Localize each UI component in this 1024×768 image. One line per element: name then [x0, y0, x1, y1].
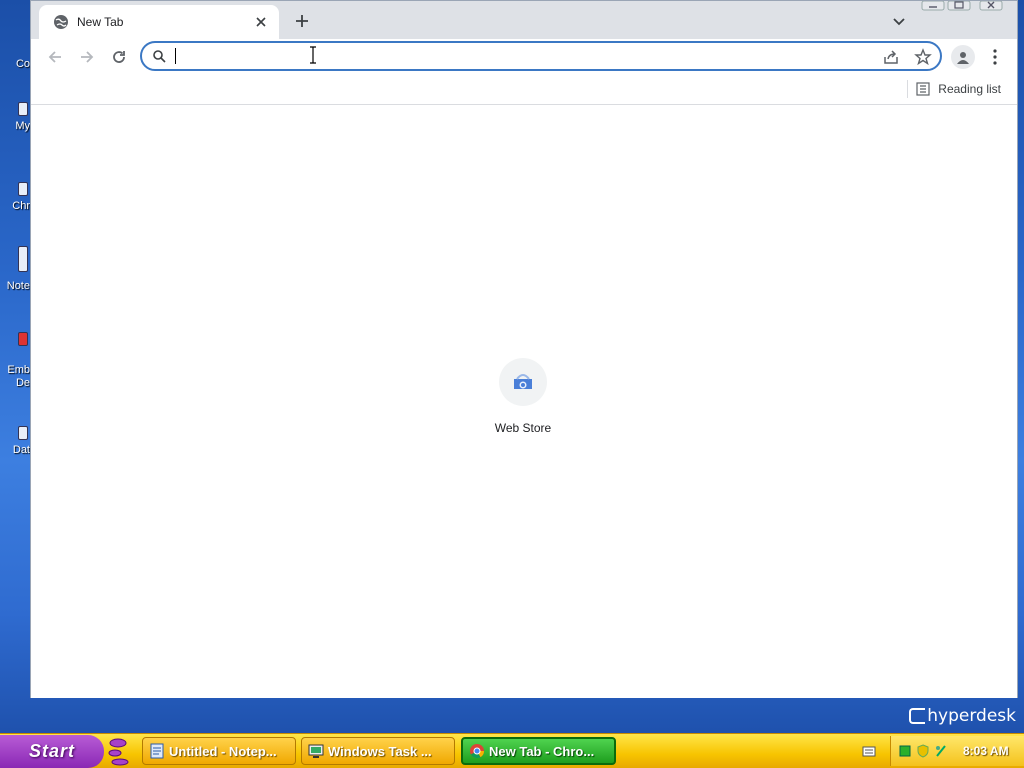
- tab-new-tab[interactable]: New Tab: [39, 5, 279, 39]
- start-button[interactable]: Start: [0, 735, 104, 768]
- desktop-icon-notepad[interactable]: Note: [0, 232, 30, 292]
- start-flourish-icon: [108, 738, 129, 766]
- reload-icon: [113, 51, 125, 63]
- database-icon: [18, 426, 28, 440]
- share-icon[interactable]: [882, 48, 900, 66]
- chrome-icon: [18, 182, 28, 196]
- desktop-icon-my-documents[interactable]: My: [0, 72, 30, 132]
- shortcut-label: Web Store: [494, 421, 552, 435]
- desktop-icon-data[interactable]: Dat: [0, 396, 30, 456]
- notepad-icon: [150, 743, 164, 759]
- task-label: Untitled - Notep...: [169, 743, 277, 759]
- toolbar: [31, 39, 1017, 73]
- folder-icon: [18, 102, 28, 116]
- arrow-right-icon: [81, 51, 94, 63]
- chrome-icon: [470, 744, 485, 759]
- taskbar: Start Untitled - Notep... Windows Task .…: [0, 733, 1024, 768]
- connection-icon[interactable]: [935, 744, 947, 758]
- system-tray: 8:03 AM: [890, 736, 1024, 766]
- reading-list-icon: [916, 82, 930, 96]
- arrow-left-icon: [48, 51, 61, 63]
- task-chrome[interactable]: New Tab - Chro...: [461, 737, 616, 765]
- network-icon[interactable]: [899, 744, 911, 758]
- more-vert-icon: [993, 49, 997, 65]
- reload-button[interactable]: [105, 43, 133, 71]
- new-tab-page: Web Store: [31, 106, 1017, 698]
- maximize-icon[interactable]: [947, 1, 971, 11]
- start-label: Start: [28, 741, 75, 761]
- notepad-icon: [18, 246, 28, 272]
- close-tab-icon[interactable]: [253, 14, 269, 30]
- security-shield-icon[interactable]: [917, 744, 929, 758]
- text-cursor-icon: [310, 46, 316, 64]
- reading-list-label: Reading list: [938, 82, 1001, 96]
- desktop-icon-label: Dat: [12, 444, 30, 456]
- desktop-icon-label: Chr: [12, 200, 30, 212]
- bookmark-star-icon[interactable]: [914, 48, 932, 66]
- forward-button[interactable]: [73, 43, 101, 71]
- tab-title: New Tab: [77, 15, 124, 29]
- desktop-icon-computer[interactable]: Co: [0, 10, 30, 70]
- task-label: Windows Task ...: [328, 743, 432, 759]
- task-windows-task-manager[interactable]: Windows Task ...: [301, 737, 455, 765]
- new-tab-button[interactable]: [290, 9, 314, 33]
- desktop-icon-label: Note: [6, 280, 30, 292]
- task-label: New Tab - Chro...: [489, 743, 595, 759]
- profile-avatar[interactable]: [951, 45, 975, 69]
- desktop-icon-label: My: [15, 120, 30, 132]
- desktop-icon-label: Co: [15, 58, 30, 70]
- text-caret: [175, 48, 176, 64]
- browser-window: New Tab Reading list Web Store: [30, 0, 1018, 698]
- search-icon: [153, 50, 166, 63]
- logo-text: hyperdesk: [927, 706, 1016, 726]
- person-icon: [957, 52, 969, 64]
- minimize-icon[interactable]: [921, 1, 945, 11]
- clock[interactable]: 8:03 AM: [963, 744, 1009, 758]
- plus-icon: [296, 15, 308, 27]
- app-icon: [18, 332, 28, 346]
- menu-button[interactable]: [985, 45, 1005, 69]
- language-bar-icon[interactable]: [862, 743, 876, 759]
- globe-icon: [54, 15, 68, 29]
- shortcut-web-store[interactable]: Web Store: [483, 358, 563, 448]
- desktop-icon-chrome[interactable]: Chr: [0, 152, 30, 212]
- back-button[interactable]: [41, 43, 69, 71]
- reading-list-button[interactable]: Reading list: [907, 79, 1001, 99]
- address-bar[interactable]: [140, 41, 942, 71]
- logo-mark-icon: [909, 708, 926, 724]
- bookmarks-bar: Reading list: [31, 73, 1017, 105]
- tab-search-chevron-icon[interactable]: [889, 11, 909, 31]
- task-notepad[interactable]: Untitled - Notep...: [142, 737, 296, 765]
- desktop-icon-embedded[interactable]: Emb De: [0, 330, 30, 390]
- divider: [907, 80, 909, 98]
- hyperdesk-logo: hyperdesk: [909, 705, 1016, 727]
- address-input[interactable]: [174, 46, 834, 66]
- tab-strip: New Tab: [31, 1, 1017, 39]
- desktop-icon-label: Emb De: [7, 364, 30, 389]
- task-manager-icon: [308, 744, 324, 758]
- close-window-icon[interactable]: [979, 1, 1003, 11]
- shortcut-tile: [499, 358, 547, 406]
- web-store-icon: [514, 374, 532, 389]
